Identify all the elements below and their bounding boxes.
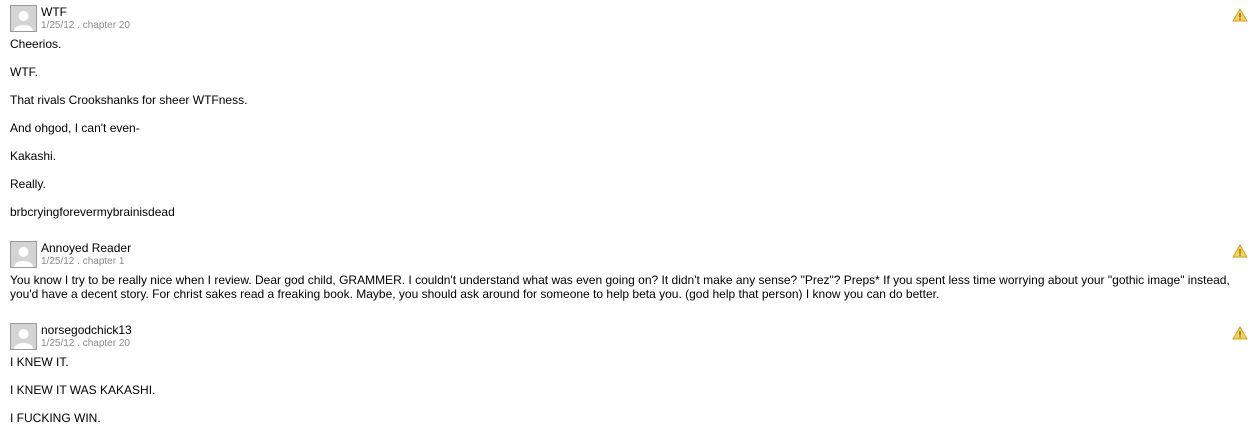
review-meta: 1/25/12 . chapter 1 bbox=[41, 256, 124, 268]
meta-separator: . bbox=[74, 338, 83, 349]
user-silhouette-icon bbox=[11, 324, 36, 349]
review-chapter: chapter 1 bbox=[82, 256, 125, 267]
review-paragraph: That rivals Crookshanks for sheer WTFnes… bbox=[10, 93, 248, 107]
avatar[interactable] bbox=[10, 241, 37, 268]
user-silhouette-icon bbox=[11, 6, 36, 31]
review-item: WTF 1/25/12 . chapter 20 Cheerios. WTF. … bbox=[10, 5, 1248, 233]
review-meta: 1/25/12 . chapter 20 bbox=[41, 338, 130, 350]
warning-triangle-icon[interactable] bbox=[1232, 8, 1248, 22]
meta-separator: . bbox=[74, 20, 83, 31]
review-header: Annoyed Reader 1/25/12 . chapter 1 bbox=[10, 241, 1248, 269]
review-paragraph: I KNEW IT. bbox=[10, 355, 69, 369]
review-item: Annoyed Reader 1/25/12 . chapter 1 You k… bbox=[10, 241, 1248, 301]
avatar[interactable] bbox=[10, 323, 37, 350]
review-date: 1/25/12 bbox=[41, 256, 75, 267]
warning-triangle-icon[interactable] bbox=[1232, 326, 1248, 340]
review-paragraph: brbcryingforevermybrainisdead bbox=[10, 205, 175, 219]
meta-separator: . bbox=[74, 256, 83, 267]
review-body: You know I try to be really nice when I … bbox=[10, 273, 1240, 301]
avatar[interactable] bbox=[10, 5, 37, 32]
review-body: Cheerios. WTF. That rivals Crookshanks f… bbox=[10, 37, 1240, 219]
review-chapter: chapter 20 bbox=[82, 20, 130, 31]
review-paragraph: And ohgod, I can't even- bbox=[10, 121, 140, 135]
review-date: 1/25/12 bbox=[41, 338, 75, 349]
review-meta: 1/25/12 . chapter 20 bbox=[41, 20, 130, 32]
review-paragraph: Really. bbox=[10, 177, 46, 191]
review-date: 1/25/12 bbox=[41, 20, 75, 31]
review-paragraph: I KNEW IT WAS KAKASHI. bbox=[10, 383, 156, 397]
review-header: WTF 1/25/12 . chapter 20 bbox=[10, 5, 1248, 33]
review-header: norsegodchick13 1/25/12 . chapter 20 bbox=[10, 323, 1248, 351]
review-paragraph: Cheerios. bbox=[10, 37, 62, 51]
user-silhouette-icon bbox=[11, 242, 36, 267]
review-paragraph: WTF. bbox=[10, 65, 38, 79]
reviewer-name[interactable]: norsegodchick13 bbox=[41, 323, 132, 337]
review-paragraph: I FUCKING WIN. bbox=[10, 411, 101, 425]
reviewer-name[interactable]: Annoyed Reader bbox=[41, 241, 131, 255]
review-paragraph: Kakashi. bbox=[10, 149, 57, 163]
warning-triangle-icon[interactable] bbox=[1232, 244, 1248, 258]
review-body: I KNEW IT. I KNEW IT WAS KAKASHI. I FUCK… bbox=[10, 355, 1240, 425]
reviewer-name[interactable]: WTF bbox=[41, 5, 67, 19]
review-chapter: chapter 20 bbox=[82, 338, 130, 349]
review-item: norsegodchick13 1/25/12 . chapter 20 I K… bbox=[10, 323, 1248, 439]
review-paragraph: You know I try to be really nice when I … bbox=[10, 273, 1230, 301]
